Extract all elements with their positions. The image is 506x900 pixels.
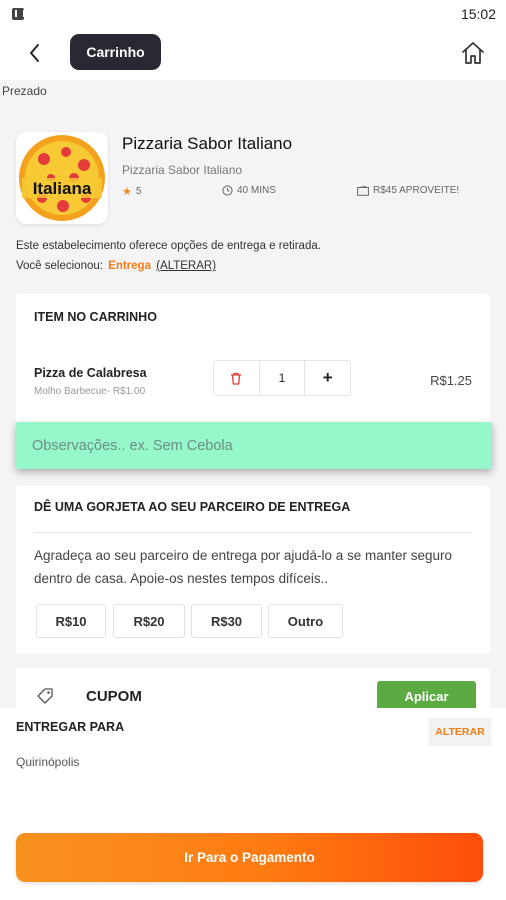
tag-icon [37,688,53,704]
quantity-stepper: 1 + [213,360,351,396]
status-time: 15:02 [460,6,496,22]
delivery-panel: ENTREGAR PARA ALTERAR Quirinópolis Ir Pa… [0,708,506,900]
cart-title: ITEM NO CARRINHO [34,310,157,324]
back-arrow-icon[interactable] [20,38,50,68]
coupon-card: CUPOM Aplicar [16,668,490,712]
delivery-time-value: 40 MINS [237,185,276,196]
plus-button[interactable]: + [305,361,350,395]
cart-page: Prezado Italiana Pizzaria Sabor Italiano… [0,80,506,712]
deliver-to-title: ENTREGAR PARA [16,720,125,734]
trash-icon[interactable] [214,361,260,395]
delivery-time: 40 MINS [222,185,276,196]
delivery-address: Quirinópolis [16,755,80,769]
star-icon: ★ [122,186,132,198]
greeting-text: Prezado [2,84,47,98]
store-subtitle: Pizzaria Sabor Italiano [122,163,243,177]
minimum-order-value: R$45 APROVEITE! [373,185,460,196]
cart-item-name: Pizza de Calabresa [34,366,147,380]
change-mode-link[interactable]: (ALTERAR) [156,260,216,272]
coupon-label: CUPOM [86,688,142,705]
home-icon[interactable] [458,38,488,68]
tip-title: DÊ UMA GORJETA AO SEU PARCEIRO DE ENTREG… [34,500,351,514]
store-name: Pizzaria Sabor Italiano [122,134,293,153]
store-rating: ★ 5 [122,185,141,198]
apply-coupon-button[interactable]: Aplicar [377,681,476,711]
store-logo-text: Italiana [32,179,92,198]
selected-prefix: Você selecionou: [16,260,103,272]
minimum-order: R$45 APROVEITE! [357,185,459,196]
tip-divider [34,532,472,533]
app-header: Carrinho [0,28,506,80]
selected-mode: Entrega [108,260,151,272]
tip-option-20[interactable]: R$20 [113,604,185,638]
app-notification-icon [12,8,25,20]
wallet-icon [357,185,369,196]
cart-item-description: Molho Barbecue- R$1.00 [34,386,146,397]
clock-icon [222,185,233,196]
go-to-payment-button[interactable]: Ir Para o Pagamento [16,833,483,882]
cart-card: ITEM NO CARRINHO Pizza de Calabresa Molh… [16,294,490,424]
tip-description: Agradeça ao seu parceiro de entrega por … [34,548,453,586]
change-address-button[interactable]: ALTERAR [429,718,491,746]
cart-item-price: R$1.25 [430,373,472,388]
quantity-value: 1 [260,361,306,395]
selected-mode-line: Você selecionou: Entrega (ALTERAR) [16,260,216,272]
store-logo: Italiana [16,132,108,224]
status-bar: 15:02 [0,0,506,28]
delivery-options-info: Este estabelecimento oferece opções de e… [16,240,321,252]
rating-value: 5 [135,186,142,197]
tip-option-10[interactable]: R$10 [36,604,106,638]
tip-option-other[interactable]: Outro [268,604,343,638]
notes-input[interactable]: Observações.. ex. Sem Cebola [16,422,492,469]
tip-option-30[interactable]: R$30 [191,604,262,638]
tip-card: DÊ UMA GORJETA AO SEU PARCEIRO DE ENTREG… [16,486,490,654]
page-title: Carrinho [70,34,161,70]
